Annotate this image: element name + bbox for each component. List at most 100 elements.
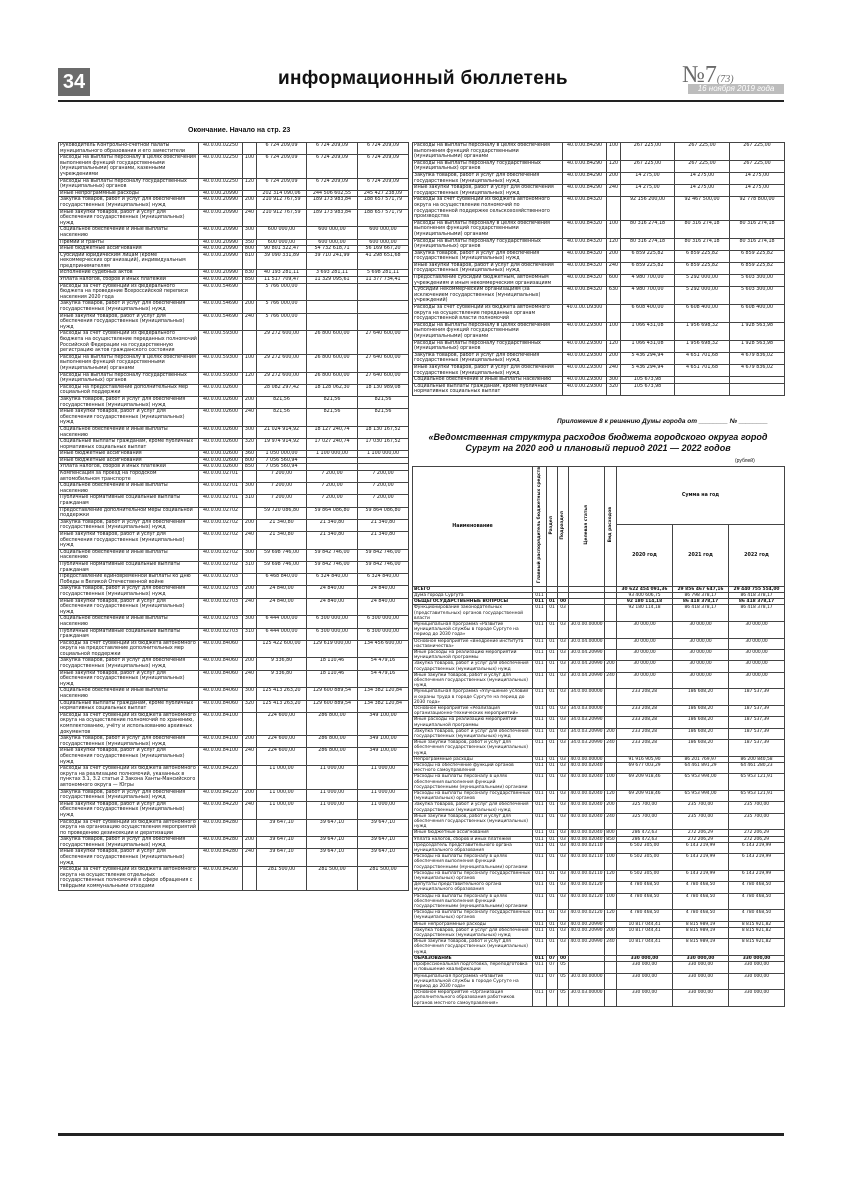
row-name-cell: Иные закупки товаров, работ и услуг для … [58,597,199,617]
row-value-cell: 40.0.00.Z9300 [562,376,607,384]
row-value-cell: 39 647,10 [256,848,307,868]
row-name-cell: Закупка товаров, работ и услуг для обесп… [58,518,199,533]
row-value-cell: 186 608,20 [672,704,729,718]
row-name-cell: Руководитель Контрольно-счётной палаты м… [58,141,199,156]
row-value-cell: 40.0.00.02701 [198,494,243,508]
table-row: Закупка товаров, работ и услуг для обесп… [412,351,785,365]
table-row: Расходы на выплаты персоналу государстве… [412,159,785,173]
row-value-cell: 187 537,39 [727,727,786,741]
row-value-cell: 7 200,00 [306,470,358,484]
row-value-cell: 40.0.00.02702 [198,506,243,520]
row-value-cell: 40.0.00.20990 [198,276,243,284]
row-value-cell: 03 [557,660,569,673]
row-value-cell: 330 000,00 [672,972,729,991]
row-value-cell: 40.0.00.84060 [198,657,243,671]
row-value-cell: 325 700,00 [616,812,673,831]
row-value-cell: 6 324 840,00 [357,573,409,587]
row-value-cell: 40.0.00.02120 [568,909,605,922]
row-name-cell: Расходы на выплаты персоналу в целях обе… [412,219,563,239]
row-value-cell [604,881,617,894]
row-value-cell: 5 292 000,00 [674,286,730,306]
row-value-cell: 6 143 219,99 [672,853,729,871]
row-value-cell: 30.0.03.00000 [568,989,605,1007]
row-value-cell: 6 859 225,82 [674,249,730,263]
row-value-cell: 39 647,10 [306,836,358,850]
row-value-cell: 03 [557,812,569,831]
row-value-cell: 30 000,00 [616,620,673,639]
row-value-cell: 6 468 840,00 [256,573,307,587]
row-value-cell: 9 336,80 [256,669,307,689]
row-name-cell: Расходы на выплаты персоналу государстве… [412,789,533,803]
row-value-cell: 40.0.00.54690 [198,312,243,332]
row-value-cell: 9 336,80 [256,657,307,671]
row-value-cell: 6 143 219,99 [727,841,786,855]
table-row: Иные закупки товаров, работ и услуг для … [58,208,409,228]
row-name-cell: Социальные выплаты гражданам, кроме публ… [412,382,563,396]
row-value-cell: 01 [546,841,558,855]
row-value-cell: 6 502 305,00 [616,841,673,855]
table-row: Расходы на обеспечение функций органов м… [412,761,786,775]
table-row: Иные закупки товаров, работ и услуг для … [412,363,785,378]
row-name-cell: Иные закупки товаров, работ и услуг для … [412,363,563,378]
table-row: Расходы на выплаты персоналу государстве… [412,869,786,883]
table-row: Социальные выплаты гражданам, кроме публ… [58,699,409,713]
row-value-cell: 14 275,00 [729,171,785,186]
table-row: Уплата налогов, сборов и иных платежей 40… [58,463,409,472]
row-value-cell: 11 000,00 [306,765,358,790]
row-name-cell: Субсидии юридическим лицам (кроме некомм… [58,251,199,271]
row-value-cell: 3 693 281,11 [306,269,358,278]
row-name-cell: Расходы на выплаты персоналу государстве… [412,339,563,353]
row-value-cell: 24 840,00 [256,585,307,599]
row-value-cell: 18 130 989,08 [357,383,409,397]
table-row: Основное мероприятие «Реализация организ… [412,704,786,718]
row-value-cell: 4 780 468,50 [672,881,729,894]
row-value-cell: 14 275,00 [729,184,785,198]
row-value-cell: 186 608,20 [672,688,729,706]
table-row: Расходы на предоставление дополнительных… [58,383,409,397]
row-value-cell: 5 436 294,94 [620,351,675,365]
row-name-cell: Расходы за счёт субвенций из бюджета авт… [58,711,199,737]
table-row: Основное мероприятие «Организация дополн… [412,989,786,1007]
row-value-cell [674,376,730,384]
issue-block: №7(73) 16 ноября 2019 года [682,62,784,96]
row-value-cell: 59 698 746,00 [256,560,307,575]
row-value-cell: 186 608,20 [672,716,729,729]
row-value-cell: 286 800,00 [306,711,358,737]
table-row: Публичные нормативные социальные выплаты… [58,560,409,575]
row-value-cell: 330 000,00 [616,989,673,1007]
row-name-cell: Закупка товаров, работ и услуг для обесп… [58,395,199,410]
row-value-cell: 24 840,00 [357,585,409,599]
row-value-cell: 30 622 454 091,36 [616,585,673,593]
row-value-cell: 40.0.00.84290 [562,184,607,198]
row-value-cell: 01 [546,881,558,894]
row-value-cell: 03 [557,881,569,894]
row-value-cell [729,382,785,396]
row-value-cell: 202 314 090,06 [256,189,307,198]
table-row: Руководитель Контрольно-счётной палаты м… [58,141,409,156]
row-value-cell: 235 700,00 [672,812,729,831]
row-value-cell: 187 537,39 [727,704,786,718]
row-value-cell: 7 200,00 [306,494,358,508]
row-name-cell: Социальное обеспечение и иные выплаты на… [58,548,199,562]
row-value-cell: 300 [242,425,257,440]
row-value-cell: 6 324 840,00 [306,573,358,587]
row-value-cell: 011 [532,989,547,1007]
row-value-cell [604,989,617,1007]
row-name-cell: Основное мероприятие «Реализация организ… [412,704,533,718]
row-value-cell: 39 647,10 [357,848,409,868]
row-value-cell [357,282,409,302]
row-value-cell: 03 [557,604,569,622]
table-row: Социальное обеспечение и иные выплаты на… [412,376,785,384]
row-value-cell: 6 724 209,09 [306,177,358,191]
row-name-cell: Премии и гранты [58,238,199,247]
row-value-cell: 200 [242,657,257,671]
row-value-cell: 80 316 274,18 [674,219,730,239]
table-row: Закупка товаров, работ и услуг для обесп… [412,171,785,186]
row-name-cell: Расходы на выплаты персоналу в целях обе… [58,353,199,373]
row-value-cell: 21 340,80 [306,518,358,533]
row-name-cell: Закупка товаров, работ и услуг для обесп… [412,351,563,365]
row-value-cell: 600 000,00 [357,238,409,247]
row-name-cell: Иные закупки товаров, работ и услуг для … [58,208,199,228]
row-name-cell: Социальные выплаты гражданам, кроме публ… [58,699,199,713]
row-value-cell: 59 842 746,00 [306,560,358,575]
